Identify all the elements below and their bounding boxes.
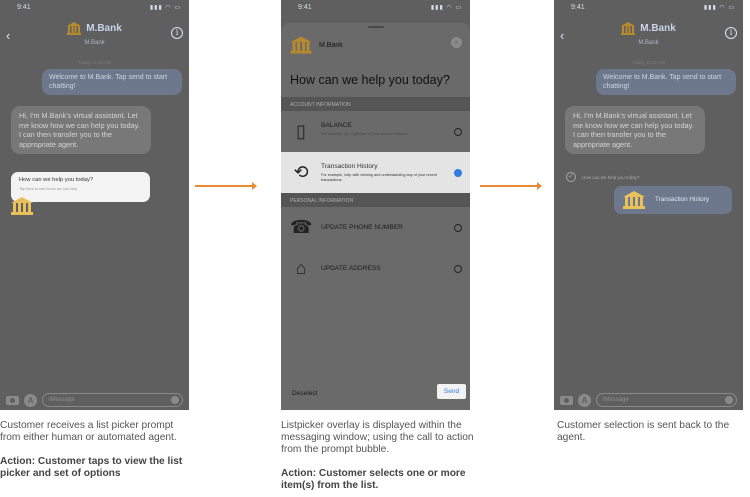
info-icon[interactable]: i: [171, 27, 183, 39]
list-item-transaction-history[interactable]: ⟲ Transaction History For example, help …: [281, 152, 470, 193]
section-header-account: ACCOUNT INFORMATION: [281, 97, 470, 111]
brand: M.Bank: [0, 22, 189, 35]
composer: A iMessage: [554, 390, 743, 410]
chat-header: ‹ M.Bank M.Bank i: [554, 14, 743, 58]
close-icon[interactable]: ×: [451, 37, 462, 48]
selection-reply-bubble: Transaction History: [614, 186, 732, 214]
balance-icon: ▯: [296, 121, 306, 141]
sheet-brand: M.Bank: [319, 42, 343, 49]
caption-step-3: Customer selection is sent back to the a…: [557, 420, 730, 443]
brand-name: M.Bank: [640, 23, 676, 34]
bank-logo-icon: [67, 22, 82, 35]
welcome-bubble: Welcome to M.Bank. Tap send to start cha…: [596, 69, 736, 95]
list-item-balance[interactable]: ▯ BALANCE For example, get a glimpse of …: [281, 111, 470, 152]
info-icon[interactable]: i: [725, 27, 737, 39]
brand-subtitle: M.Bank: [84, 40, 105, 46]
list-picker-sheet: M.Bank × How can we help you today? ACCO…: [281, 23, 470, 410]
prompt-receipt: ✓ How can we help you today?: [566, 172, 640, 182]
status-icons: ▮▮▮ ◠ ▭: [149, 4, 181, 11]
chat-header: ‹ M.Bank M.Bank i: [0, 14, 189, 58]
brand: M.Bank: [554, 22, 743, 35]
checkmark-icon: ✓: [566, 172, 576, 182]
prompt-title: How can we help you today?: [19, 177, 94, 183]
bank-logo-icon: [11, 197, 33, 215]
list-item-subtitle: For example, get a glimpse of your accou…: [321, 132, 410, 136]
brand-subtitle: M.Bank: [638, 40, 659, 46]
camera-icon[interactable]: [6, 395, 19, 405]
sheet-footer: Deselect Send: [281, 382, 470, 410]
mic-icon[interactable]: [171, 396, 179, 404]
assistant-bubble: Hi, I'm M.Bank's virtual assistant. Let …: [565, 106, 705, 154]
radio-button-selected[interactable]: [454, 169, 462, 177]
list-picker-title: How can we help you today?: [290, 73, 450, 87]
prompt-subtitle: Tap here to see forms we can help.: [19, 187, 79, 191]
app-store-icon[interactable]: A: [578, 393, 591, 407]
section-header-personal: PERSONAL INFORMATION: [281, 193, 470, 207]
list-item-update-address[interactable]: ⌂ UPDATE ADDRESS: [281, 248, 470, 289]
sheet-header: M.Bank ×: [281, 23, 470, 65]
status-bar: 9:41 ▮▮▮ ◠ ▭: [281, 0, 470, 14]
status-icons: ▮▮▮ ◠ ▭: [703, 4, 735, 11]
composer: A iMessage: [0, 390, 189, 410]
list-item-title: BALANCE: [321, 122, 352, 129]
status-icons: ▮▮▮ ◠ ▭: [430, 4, 462, 11]
brand-name: M.Bank: [86, 23, 122, 34]
status-time: 9:41: [17, 3, 31, 11]
list-item-title: UPDATE PHONE NUMBER: [321, 224, 403, 231]
house-icon: ⌂: [295, 258, 307, 278]
send-button[interactable]: Send: [437, 384, 466, 399]
deselect-button[interactable]: Deselect: [292, 390, 318, 397]
bank-logo-icon: [621, 22, 636, 35]
bank-logo-icon: [623, 191, 645, 209]
chat-timestamp: Today, 11:38 AM: [78, 60, 111, 65]
message-input[interactable]: iMessage: [42, 393, 183, 407]
history-icon: ⟲: [293, 162, 309, 182]
app-store-icon[interactable]: A: [24, 393, 37, 407]
radio-button[interactable]: [454, 224, 462, 232]
status-bar: 9:41 ▮▮▮ ◠ ▭: [554, 0, 743, 14]
caption-step-2: Listpicker overlay is displayed within t…: [281, 420, 474, 491]
caption-step-1: Customer receives a list picker prompt f…: [0, 420, 183, 479]
list-item-title: Transaction History: [321, 163, 378, 170]
list-item-title: UPDATE ADDRESS: [321, 265, 381, 272]
camera-icon[interactable]: [560, 395, 573, 405]
flow-arrow: [480, 182, 542, 190]
status-time: 9:41: [571, 3, 585, 11]
status-time: 9:41: [298, 3, 312, 11]
mic-icon[interactable]: [725, 396, 733, 404]
phone-screen-3: 9:41 ▮▮▮ ◠ ▭ ‹ M.Bank M.Bank i Today, 11…: [554, 0, 743, 410]
list-picker-prompt-bubble[interactable]: How can we help you today? Tap here to s…: [11, 172, 150, 215]
phone-screen-2: 9:41 ▮▮▮ ◠ ▭ M.Bank × How can we help yo…: [281, 0, 470, 410]
bank-logo-icon: [290, 36, 312, 54]
flow-arrow: [195, 182, 257, 190]
phone-book-icon: ☎: [290, 217, 313, 237]
list-item-update-phone[interactable]: ☎ UPDATE PHONE NUMBER: [281, 207, 470, 248]
radio-button[interactable]: [454, 265, 462, 273]
chat-timestamp: Today, 11:38 AM: [632, 60, 665, 65]
status-bar: 9:41 ▮▮▮ ◠ ▭: [0, 0, 189, 14]
assistant-bubble: Hi, I'm M.Bank's virtual assistant. Let …: [11, 106, 151, 154]
welcome-bubble: Welcome to M.Bank. Tap send to start cha…: [42, 69, 182, 95]
prompt-receipt-text: How can we help you today?: [582, 174, 640, 180]
selection-text: Transaction History: [655, 196, 710, 203]
phone-screen-1: 9:41 ▮▮▮ ◠ ▭ ‹ M.Bank M.Bank i Today, 11…: [0, 0, 189, 410]
list-item-subtitle: For example, help with viewing and under…: [321, 173, 437, 182]
radio-button[interactable]: [454, 128, 462, 136]
message-input[interactable]: iMessage: [596, 393, 737, 407]
